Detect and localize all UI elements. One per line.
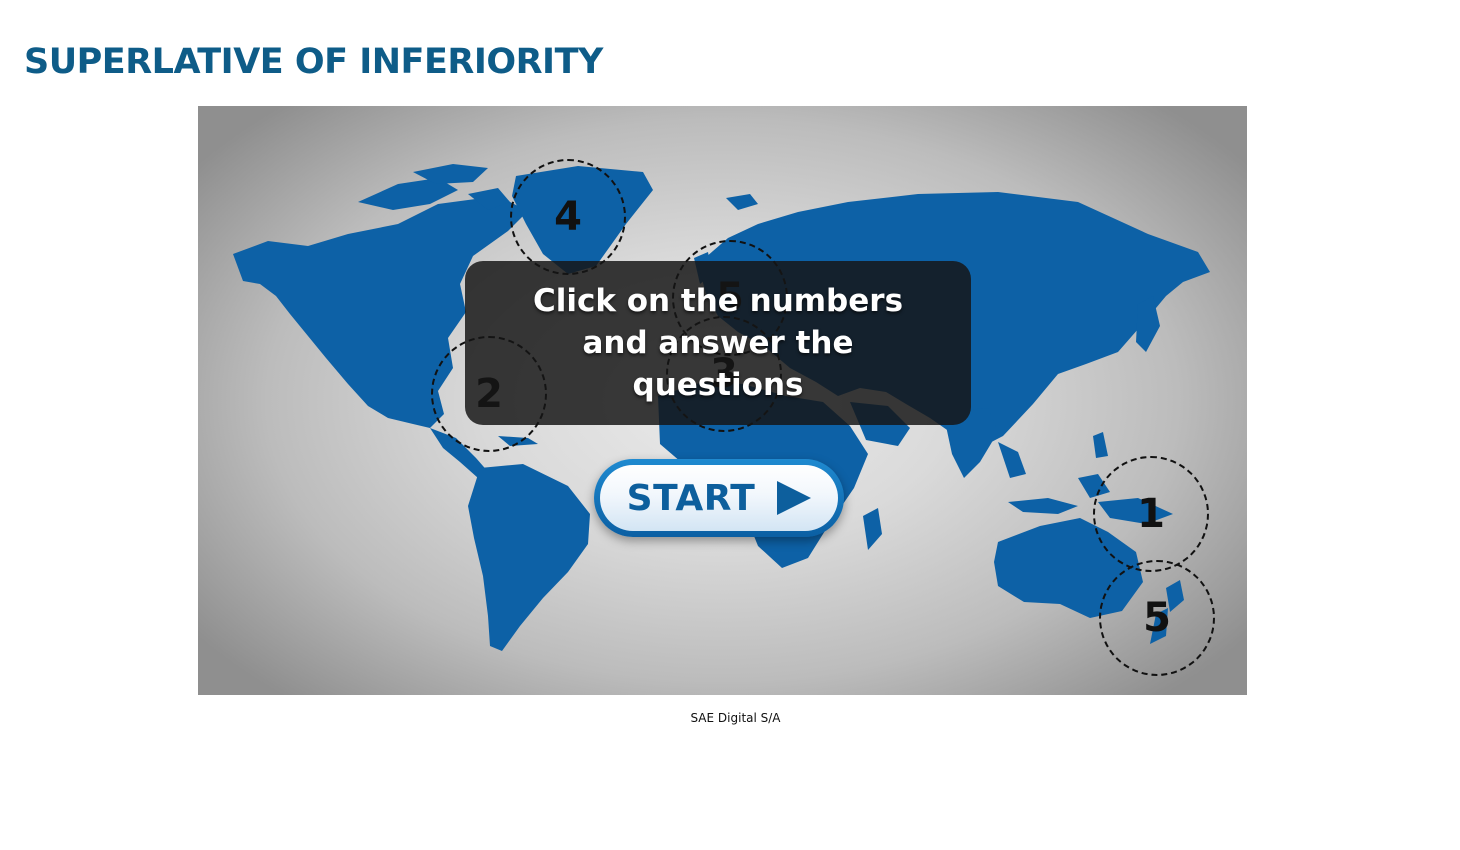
credit-text: SAE Digital S/A xyxy=(690,711,781,725)
marker-number: 5 xyxy=(1143,595,1171,641)
start-button[interactable]: START xyxy=(594,459,844,537)
play-triangle-icon xyxy=(777,481,812,515)
marker-5-new-zealand[interactable]: 5 xyxy=(1099,560,1215,676)
world-map-activity: 4 5 3 2 1 5 Click on the numbers and ans… xyxy=(198,106,1247,695)
marker-1-new-guinea[interactable]: 1 xyxy=(1093,456,1209,572)
page-title: SUPERLATIVE OF INFERIORITY xyxy=(24,42,603,82)
marker-number: 1 xyxy=(1137,491,1165,537)
instruction-panel: Click on the numbers and answer the ques… xyxy=(465,261,971,425)
start-button-face: START xyxy=(600,465,838,531)
instruction-text: Click on the numbers and answer the ques… xyxy=(532,283,904,403)
marker-number: 4 xyxy=(554,194,582,240)
marker-4-greenland[interactable]: 4 xyxy=(510,159,626,275)
start-label: START xyxy=(626,477,756,519)
